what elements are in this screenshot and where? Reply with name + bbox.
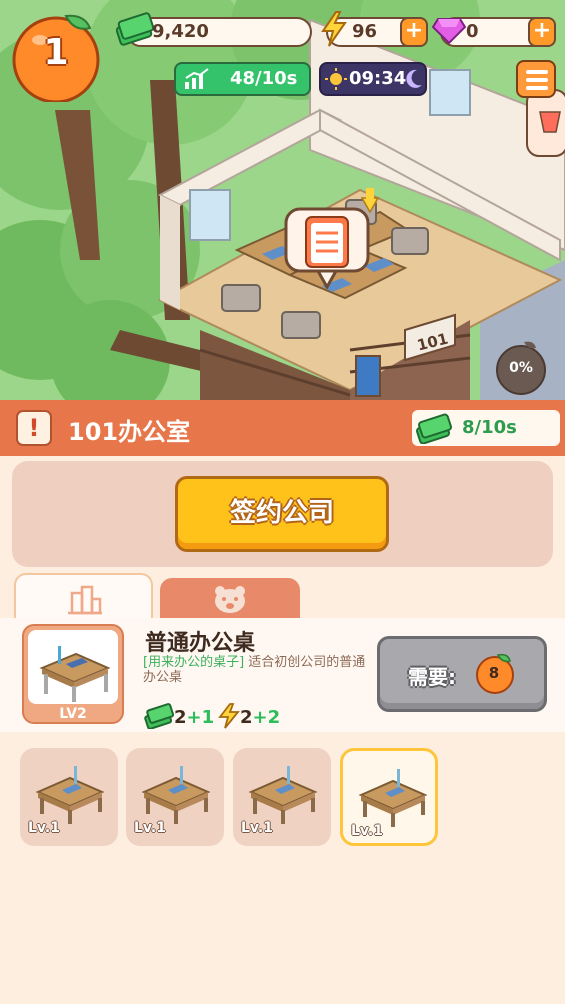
player-level-badge[interactable]: 1	[10, 10, 102, 104]
gem-value: 0	[466, 21, 479, 42]
cash-stack-icon	[115, 11, 155, 55]
desk-slot-level: Lv.1	[134, 820, 166, 836]
energy-bonus-stat: 2+2	[218, 703, 280, 734]
add-energy-button[interactable]: +	[400, 17, 428, 47]
desk-slot[interactable]: Lv.1	[233, 748, 331, 846]
player-level: 1	[43, 32, 69, 73]
income-rate-badge[interactable]: 48/10s	[174, 62, 311, 96]
desk-slot[interactable]: Lv.1	[20, 748, 118, 846]
energy-value: 96	[352, 21, 378, 42]
item-level: LV2	[59, 706, 87, 722]
bear-face-icon	[212, 584, 248, 618]
moon-icon	[405, 69, 423, 99]
desk-slot[interactable]: Lv.1	[340, 748, 438, 846]
cash-base-value: 2	[174, 707, 187, 728]
item-name: 普通办公桌	[145, 631, 256, 656]
upgrade-requirement-button[interactable]: 需要: 8	[377, 636, 547, 712]
clock-time: 09:34	[349, 68, 407, 89]
desk-icon	[358, 769, 428, 827]
cash-bonus-value: +1	[186, 707, 215, 728]
cash-bonus-stat: 2+1	[144, 703, 214, 734]
item-preview-card[interactable]: LV2	[22, 624, 124, 724]
lightning-icon	[218, 703, 240, 734]
desk-icon	[39, 646, 111, 702]
cash-counter: 9,420	[115, 12, 312, 47]
desk-icon	[141, 766, 211, 824]
tab-staff[interactable]	[160, 578, 300, 620]
alert-icon[interactable]: !	[16, 410, 52, 446]
clipboard-task-bubble[interactable]	[284, 207, 370, 291]
orange-fruit-icon: 8	[474, 651, 516, 695]
cash-stack-icon	[416, 412, 452, 457]
tab-building[interactable]	[14, 573, 153, 620]
room-header: ! 101办公室 8/10s	[0, 400, 565, 456]
clipboard-icon	[284, 207, 370, 291]
item-preview-image	[28, 630, 118, 704]
day-clock: 09:34	[319, 62, 427, 96]
desk-slot-level: Lv.1	[241, 820, 273, 836]
building-icon	[68, 585, 102, 619]
desk-slot-level: Lv.1	[351, 823, 383, 839]
room-income-badge: 8/10s	[412, 410, 560, 446]
need-amount: 8	[488, 664, 500, 682]
income-rate-value: 48/10s	[230, 68, 298, 89]
room-progress-indicator: 0%	[494, 338, 548, 396]
desk-slot-level: Lv.1	[28, 820, 60, 836]
sun-icon	[325, 68, 347, 100]
energy-counter: 96 +	[321, 11, 428, 47]
lightning-icon	[320, 11, 348, 55]
growth-chart-icon	[184, 68, 210, 100]
need-label: 需要:	[408, 665, 456, 689]
item-description: [用来办公的桌子] 适合初创公司的普通办公桌	[143, 655, 373, 685]
cash-value: 9,420	[152, 21, 209, 42]
desk-icon	[35, 766, 105, 824]
gem-counter: 0 +	[431, 17, 556, 47]
menu-button[interactable]	[516, 60, 556, 98]
sign-company-button[interactable]: 签约公司	[175, 476, 389, 552]
room-progress-value: 0%	[509, 360, 533, 376]
room-income-value: 8/10s	[462, 417, 517, 438]
desk-slot[interactable]: Lv.1	[126, 748, 224, 846]
add-gems-button[interactable]: +	[528, 17, 556, 47]
cash-stack-icon	[144, 703, 175, 734]
gem-icon	[431, 11, 467, 53]
energy-base-value: 2	[240, 707, 253, 728]
energy-bonus-value: +2	[252, 707, 281, 728]
item-description-tag: [用来办公的桌子]	[143, 655, 245, 670]
room-title: 101办公室	[68, 418, 191, 446]
desk-icon	[248, 766, 318, 824]
